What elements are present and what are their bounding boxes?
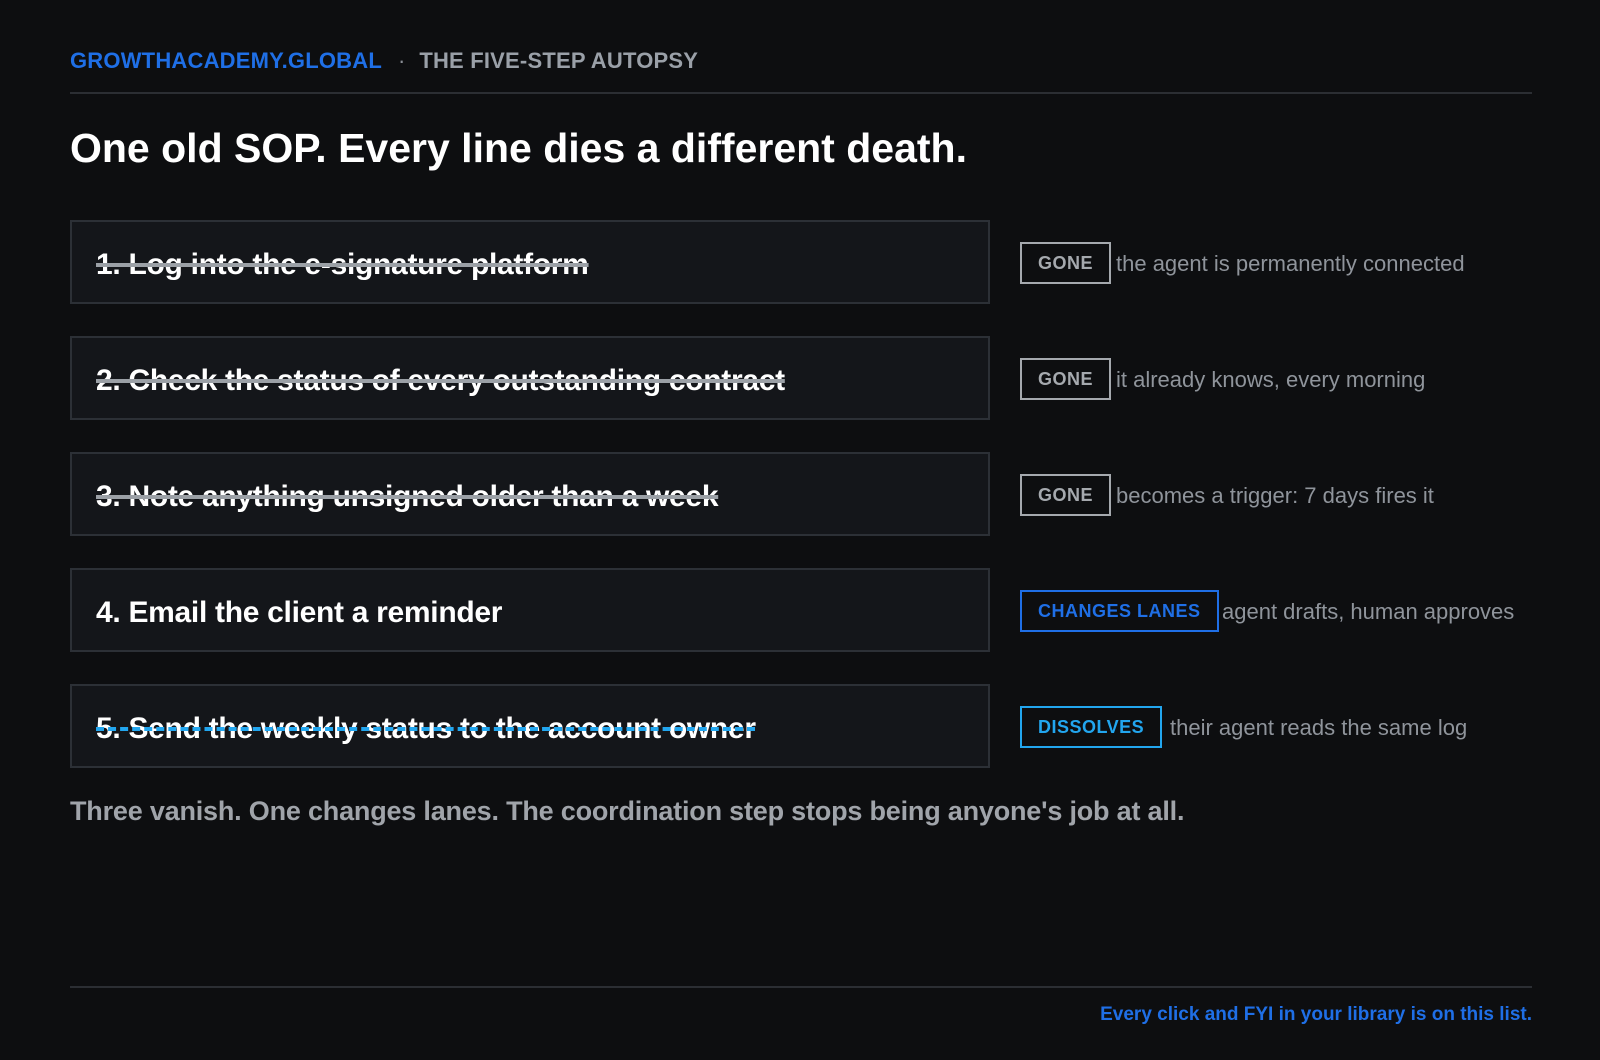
step-card: 3. Note anything unsigned older than a w…: [70, 452, 990, 536]
page-title: One old SOP. Every line dies a different…: [70, 125, 967, 171]
footer-divider: [70, 986, 1532, 988]
step-note: the agent is permanently connected: [1116, 251, 1465, 276]
step-row: 4. Email the client a reminder CHANGES L…: [70, 568, 1570, 654]
status-badge: GONE: [1020, 242, 1112, 284]
step-row: 1. Log into the e-signature platform GON…: [70, 220, 1570, 306]
status-badge: CHANGES LANES: [1020, 590, 1219, 632]
step-note: their agent reads the same log: [1170, 715, 1468, 740]
step-card: 5. Send the weekly status to the account…: [70, 684, 990, 768]
footer-text: Every click and FYI in your library is o…: [1100, 1004, 1532, 1025]
step-text: 5. Send the weekly status to the account…: [96, 712, 756, 745]
step-card: 4. Email the client a reminder: [70, 568, 990, 652]
step-row: 2. Check the status of every outstanding…: [70, 336, 1570, 422]
step-note: becomes a trigger: 7 days fires it: [1116, 483, 1434, 508]
step-card: 2. Check the status of every outstanding…: [70, 336, 990, 420]
step-card: 1. Log into the e-signature platform: [70, 220, 990, 304]
step-row: 3. Note anything unsigned older than a w…: [70, 452, 1570, 538]
step-row: 5. Send the weekly status to the account…: [70, 684, 1570, 770]
step-text: 1. Log into the e-signature platform: [96, 248, 589, 281]
status-badge: DISSOLVES: [1020, 706, 1163, 748]
step-text: 4. Email the client a reminder: [96, 596, 503, 629]
header-bar: GROWTHACADEMY.GLOBAL · THE FIVE-STEP AUT…: [70, 48, 1532, 94]
steps-list: 1. Log into the e-signature platform GON…: [70, 220, 1570, 800]
status-badge: GONE: [1020, 358, 1112, 400]
status-badge: GONE: [1020, 474, 1112, 516]
header-separator: ·: [397, 48, 406, 73]
step-note: it already knows, every morning: [1116, 367, 1426, 392]
step-text: 3. Note anything unsigned older than a w…: [96, 480, 719, 513]
summary-text: Three vanish. One changes lanes. The coo…: [70, 796, 1185, 826]
header-subtitle: THE FIVE-STEP AUTOPSY: [419, 48, 699, 73]
step-note: agent drafts, human approves: [1222, 599, 1515, 624]
slide: GROWTHACADEMY.GLOBAL · THE FIVE-STEP AUT…: [0, 0, 1600, 1060]
step-text: 2. Check the status of every outstanding…: [96, 364, 785, 397]
brand-name[interactable]: GROWTHACADEMY.GLOBAL: [70, 48, 382, 74]
